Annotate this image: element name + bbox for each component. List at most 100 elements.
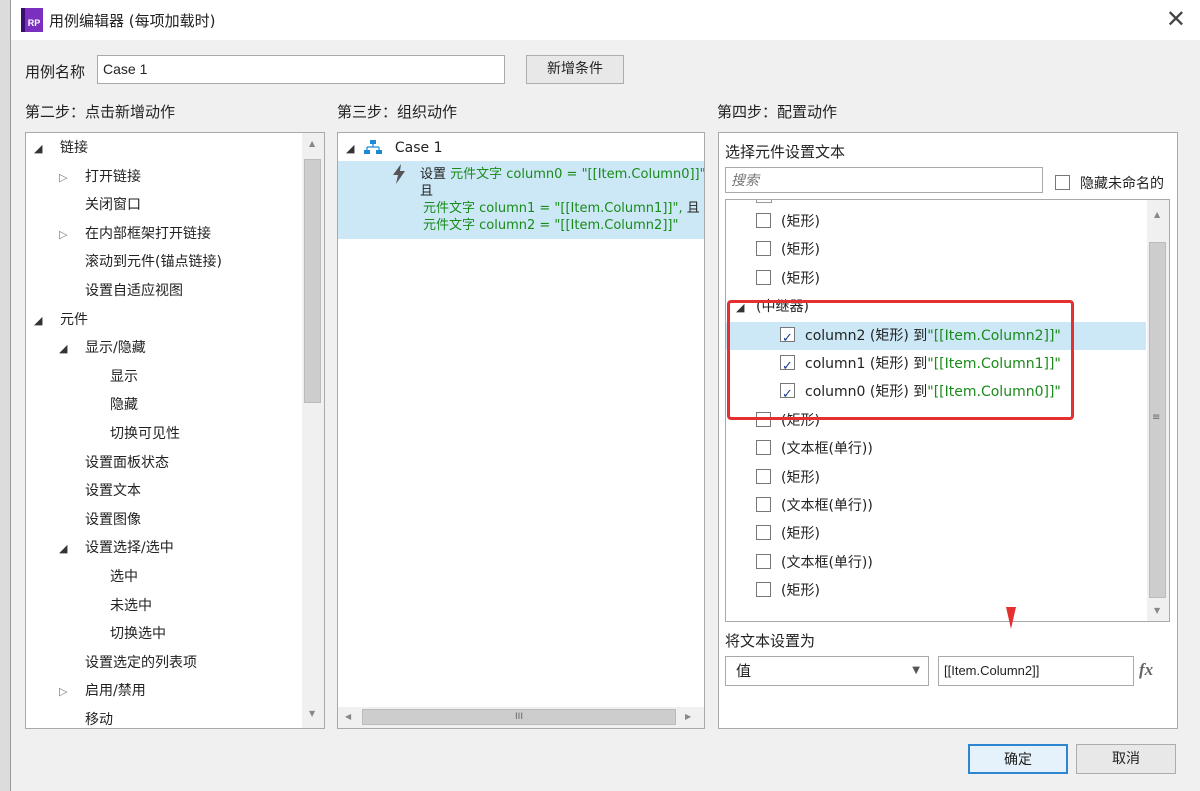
action-tree-item[interactable]: 设置选定的列表项 [59, 651, 197, 675]
widget-row[interactable]: (矩形) [726, 208, 1146, 236]
action-tree-item[interactable]: 设置面板状态 [59, 451, 169, 475]
value-type-select[interactable]: 值 ▼ [725, 656, 929, 686]
widget-checkbox[interactable] [756, 553, 771, 569]
action-tree-item-label: 关闭窗口 [85, 197, 141, 214]
widget-checkbox[interactable] [756, 468, 771, 484]
action-tree-item[interactable]: 移动 [59, 708, 113, 728]
organize-hscrollbar[interactable]: ◀ III ▶ [338, 707, 704, 728]
widget-checkbox[interactable] [756, 269, 771, 285]
scroll-down-icon[interactable]: ▼ [1154, 606, 1160, 615]
value-input[interactable]: [[Item.Column2]] [938, 656, 1134, 686]
cancel-button[interactable]: 取消 [1076, 744, 1176, 774]
action-tree-item[interactable]: ◢ 显示/隐藏 [59, 336, 146, 360]
axure-rp-icon: RP [21, 8, 43, 32]
collapsed-triangle-icon[interactable]: ▷ [59, 223, 73, 247]
action-tree-item[interactable]: ▷ 打开链接 [59, 165, 141, 189]
widget-row[interactable]: (矩形) [726, 577, 1146, 605]
action-line-3: 元件文字 column2 = "[[Item.Column2]]" [423, 218, 679, 233]
search-input[interactable] [725, 167, 1043, 193]
action-line-1: 元件文字 column0 = "[[Item.Column0]]", [450, 167, 705, 182]
action-tree-item[interactable]: 设置文本 [59, 479, 141, 503]
fx-button[interactable]: fx [1139, 660, 1153, 680]
scroll-up-icon[interactable]: ▲ [1154, 210, 1160, 219]
configure-action-panel: 选择元件设置文本 隐藏未命名的 (矩形) (矩形) (矩形) ◢ (中继器) column… [718, 132, 1178, 729]
ok-button[interactable]: 确定 [968, 744, 1068, 774]
expanded-triangle-icon[interactable]: ◢ [59, 337, 73, 361]
action-tree-item[interactable]: 未选中 [84, 594, 152, 618]
lightning-icon [392, 164, 406, 189]
step2-heading: 第二步：点击新增动作 [25, 103, 176, 121]
scroll-down-icon[interactable]: ▼ [309, 709, 315, 718]
case-node[interactable]: ◢ Case 1 [346, 136, 443, 160]
case-name-input[interactable]: Case 1 [97, 55, 505, 84]
action-tree-item[interactable]: 关闭窗口 [59, 193, 141, 217]
widget-list-scrollbar[interactable]: ▲ ≡ ▼ [1147, 200, 1169, 621]
scroll-thumb[interactable] [304, 159, 321, 403]
widget-row[interactable]: (文本框(单行)) [726, 435, 1146, 463]
action-tree-item[interactable]: 显示 [84, 365, 138, 389]
widget-checkbox[interactable] [756, 582, 771, 598]
action-tree-item[interactable]: 设置自适应视图 [59, 279, 183, 303]
action-tree-item[interactable]: 隐藏 [84, 393, 138, 417]
widget-type: (矩形) [781, 469, 820, 486]
repeater-group-row[interactable]: ◢ (中继器) [726, 293, 1146, 321]
widget-checkbox[interactable] [780, 325, 795, 353]
action-tree-item-label: 切换可见性 [110, 426, 180, 442]
widget-row[interactable]: (矩形) [726, 520, 1146, 548]
widget-checkbox[interactable] [756, 440, 771, 456]
action-item[interactable]: 设置 元件文字 column0 = "[[Item.Column0]]", 且 … [338, 161, 704, 239]
widget-checkbox[interactable] [756, 525, 771, 541]
widget-row[interactable]: (矩形) [726, 407, 1146, 435]
action-tree-scrollbar[interactable]: ▲ ▼ [302, 133, 324, 728]
scroll-right-icon[interactable]: ▶ [685, 712, 691, 721]
hide-unnamed-checkbox[interactable] [1055, 175, 1070, 190]
action-tree-item[interactable]: 切换可见性 [84, 422, 180, 446]
widget-row[interactable]: column0 (矩形) 到"[[Item.Column0]]" [726, 378, 1146, 409]
action-tree-item[interactable]: 选中 [84, 565, 138, 589]
widget-checkbox[interactable] [756, 213, 771, 228]
expanded-triangle-icon[interactable]: ◢ [59, 537, 73, 561]
widget-type: (矩形) [781, 412, 820, 429]
widget-row[interactable]: column2 (矩形) 到"[[Item.Column2]]" [726, 321, 1146, 353]
collapsed-triangle-icon[interactable]: ▷ [59, 680, 73, 704]
action-tree-item[interactable]: ▷ 启用/禁用 [59, 679, 146, 703]
action-tree-item-label: 在内部框架打开链接 [85, 225, 211, 242]
widget-type: (矩形) [781, 270, 820, 287]
action-tree-item-label: 设置选择/选中 [85, 540, 174, 557]
widget-checkbox[interactable] [780, 381, 795, 409]
action-tree-item-label: 设置文本 [85, 483, 141, 500]
select-widget-heading: 选择元件设置文本 [725, 143, 846, 161]
widget-checkbox[interactable] [756, 411, 771, 427]
scroll-left-icon[interactable]: ◀ [345, 712, 351, 721]
hide-unnamed-option[interactable]: 隐藏未命名的 [1055, 173, 1164, 193]
widget-row[interactable]: (矩形) [726, 265, 1146, 293]
expanded-triangle-icon[interactable]: ◢ [34, 137, 48, 161]
widget-row[interactable]: (文本框(单行)) [726, 492, 1146, 520]
hscroll-thumb[interactable]: III [362, 709, 676, 725]
expanded-triangle-icon[interactable]: ◢ [736, 294, 750, 322]
action-tree-item[interactable]: ◢ 设置选择/选中 [59, 536, 174, 560]
widget-row[interactable]: column1 (矩形) 到"[[Item.Column1]]" [726, 350, 1146, 381]
repeater-label: (中继器) [756, 299, 809, 316]
close-icon[interactable]: ✕ [1166, 6, 1186, 32]
widget-checkbox[interactable] [756, 241, 771, 257]
expanded-triangle-icon[interactable]: ◢ [34, 309, 48, 333]
action-tree-item[interactable]: ◢ 元件 [34, 308, 88, 332]
action-tree-item-label: 打开链接 [85, 168, 141, 185]
widget-row[interactable]: (矩形) [726, 236, 1146, 264]
collapsed-triangle-icon[interactable]: ▷ [59, 166, 73, 190]
action-tree-item[interactable]: 切换选中 [84, 622, 166, 646]
action-tree-item[interactable]: 设置图像 [59, 508, 141, 532]
add-condition-button[interactable]: 新增条件 [526, 55, 624, 84]
action-tree-item[interactable]: 滚动到元件(锚点链接) [59, 250, 222, 274]
widget-row[interactable]: (文本框(单行)) [726, 549, 1146, 577]
action-tree-item-label: 显示 [110, 368, 138, 385]
action-tree-item[interactable]: ▷ 在内部框架打开链接 [59, 222, 211, 246]
expanded-triangle-icon[interactable]: ◢ [346, 137, 360, 161]
widget-row[interactable]: (矩形) [726, 464, 1146, 492]
widget-type: (矩形) [781, 526, 820, 543]
widget-checkbox[interactable] [756, 497, 771, 512]
widget-checkbox[interactable] [780, 353, 795, 381]
scroll-up-icon[interactable]: ▲ [309, 139, 315, 148]
action-tree-item[interactable]: ◢ 链接 [34, 136, 88, 160]
